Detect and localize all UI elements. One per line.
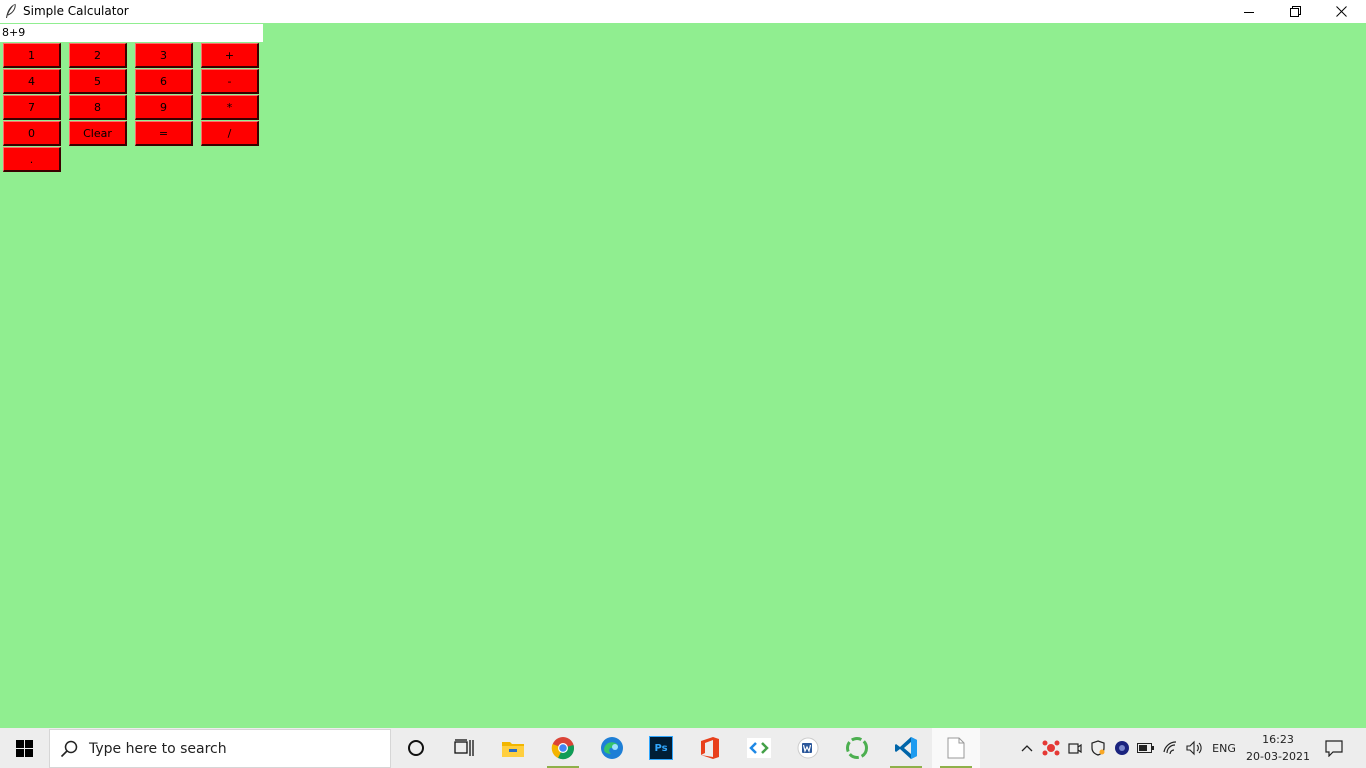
- minimize-button[interactable]: [1226, 0, 1272, 23]
- action-center-button[interactable]: [1318, 728, 1350, 768]
- chrome-button[interactable]: [539, 728, 587, 768]
- button-7[interactable]: 7: [3, 95, 61, 120]
- button-decimal[interactable]: .: [3, 147, 61, 172]
- button-0[interactable]: 0: [3, 121, 61, 146]
- window-title: Simple Calculator: [23, 4, 129, 18]
- button-6[interactable]: 6: [135, 69, 193, 94]
- restore-icon: [1289, 6, 1301, 17]
- media-app-icon: [1115, 741, 1129, 755]
- word-button[interactable]: [784, 728, 832, 768]
- taskbar: Type here to search Ps ENG 16:23 20-03-2…: [0, 728, 1366, 768]
- file-explorer-button[interactable]: [489, 728, 537, 768]
- blank-document-button[interactable]: [932, 728, 980, 768]
- windows-logo-icon: [15, 739, 33, 757]
- sync-app-button[interactable]: [833, 728, 881, 768]
- vscode-button[interactable]: [882, 728, 930, 768]
- button-5[interactable]: 5: [69, 69, 127, 94]
- code-editor-button[interactable]: [735, 728, 783, 768]
- battery-button[interactable]: [1135, 728, 1157, 768]
- minimize-icon: [1244, 11, 1254, 13]
- tray-media-button[interactable]: [1111, 728, 1133, 768]
- calculator-display[interactable]: [0, 24, 263, 42]
- network-app-icon: [1042, 740, 1060, 756]
- clock-time: 16:23: [1262, 733, 1294, 746]
- tray-security-button[interactable]: [1087, 728, 1109, 768]
- taskbar-clock[interactable]: 16:23 20-03-2021: [1244, 731, 1312, 765]
- camera-icon: [1068, 743, 1082, 754]
- volume-button[interactable]: [1183, 728, 1207, 768]
- wifi-icon: [1163, 741, 1177, 755]
- file-explorer-icon: [502, 742, 524, 757]
- language-label: ENG: [1212, 741, 1236, 755]
- show-hidden-icons-button[interactable]: [1016, 728, 1038, 768]
- button-8[interactable]: 8: [69, 95, 127, 120]
- blank-document-icon: [947, 737, 965, 759]
- cortana-button[interactable]: [392, 728, 440, 768]
- button-1[interactable]: 1: [3, 43, 61, 68]
- code-editor-icon: [747, 738, 771, 758]
- speaker-icon: [1186, 740, 1202, 756]
- calculator-window-body: 1 2 3 + 4 5 6 - 7 8 9 * 0 Clear = / .: [0, 23, 1366, 728]
- cortana-circle-icon: [408, 740, 424, 756]
- button-clear[interactable]: Clear: [69, 121, 127, 146]
- button-divide[interactable]: /: [201, 121, 259, 146]
- button-9[interactable]: 9: [135, 95, 193, 120]
- button-plus[interactable]: +: [201, 43, 259, 68]
- chrome-icon: [551, 737, 574, 760]
- wifi-button[interactable]: [1159, 728, 1183, 768]
- task-view-button[interactable]: [440, 728, 488, 768]
- button-4[interactable]: 4: [3, 69, 61, 94]
- restore-button[interactable]: [1272, 0, 1318, 23]
- tray-app-button[interactable]: [1040, 728, 1062, 768]
- notification-icon: [1325, 739, 1343, 757]
- photoshop-button[interactable]: Ps: [637, 728, 685, 768]
- chevron-up-icon: [1021, 745, 1033, 752]
- photoshop-icon: Ps: [649, 736, 673, 760]
- search-icon: [60, 740, 78, 762]
- button-equals[interactable]: =: [135, 121, 193, 146]
- close-button[interactable]: [1318, 0, 1364, 23]
- button-3[interactable]: 3: [135, 43, 193, 68]
- tray-camera-button[interactable]: [1064, 728, 1086, 768]
- task-view-icon: [454, 739, 474, 756]
- office-icon: [701, 737, 719, 759]
- title-bar: Simple Calculator: [0, 0, 1366, 23]
- office-button[interactable]: [686, 728, 734, 768]
- start-button[interactable]: [0, 728, 48, 768]
- close-icon: [1335, 6, 1347, 17]
- vscode-icon: [895, 737, 917, 759]
- photoshop-label: Ps: [654, 742, 668, 754]
- button-2[interactable]: 2: [69, 43, 127, 68]
- edge-button[interactable]: [588, 728, 636, 768]
- word-icon: [797, 737, 819, 759]
- language-indicator[interactable]: ENG: [1208, 728, 1240, 768]
- feather-icon: [6, 3, 16, 18]
- edge-icon: [601, 737, 623, 759]
- battery-icon: [1137, 743, 1154, 753]
- sync-icon: [846, 737, 868, 759]
- clock-date: 20-03-2021: [1246, 750, 1310, 763]
- taskbar-search-box[interactable]: Type here to search: [49, 729, 391, 768]
- shield-icon: [1091, 740, 1105, 756]
- search-placeholder: Type here to search: [89, 741, 227, 757]
- button-multiply[interactable]: *: [201, 95, 259, 120]
- button-minus[interactable]: -: [201, 69, 259, 94]
